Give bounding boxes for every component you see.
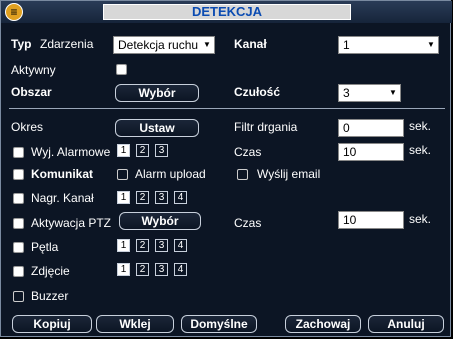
nagr-kanal-label: Nagr. Kanał [31,191,94,205]
zdjecie-checkbox[interactable] [13,266,24,277]
send-email-label: Wyślij email [257,167,321,181]
divider [9,108,445,109]
snapshot-channel-4[interactable]: 4 [174,263,187,276]
tour-channel-4[interactable]: 4 [174,239,187,252]
title-box: DETEKCJA [103,4,351,20]
snapshot-channel-2[interactable]: 2 [136,263,149,276]
aktywny-checkbox[interactable] [116,64,127,75]
alarm-out-1[interactable]: 1 [117,144,130,157]
czas-label: Czas [234,145,262,159]
channel-value: 1 [343,38,350,52]
cancel-button[interactable]: Anuluj [368,315,444,333]
channel-select[interactable]: 1 ▼ [338,36,439,54]
chevron-down-icon: ▼ [387,86,399,100]
save-button[interactable]: Zachowaj [285,315,361,333]
sek-label: sek. [409,212,432,226]
period-set-button[interactable]: Ustaw [115,119,199,137]
ptz-label: Aktywacja PTZ [31,216,112,230]
okres-label: Okres [11,120,44,134]
detection-window: ≡ DETEKCJA Typ Zdarzenia Detekcja ruchu … [0,0,452,337]
ptz-select-button[interactable]: Wybór [119,212,201,230]
zdjecie-label: Zdjęcie [31,264,70,278]
sek-label: sek. [409,143,432,157]
snapshot-channel-3[interactable]: 3 [155,263,168,276]
filter-input[interactable]: 0 [338,119,404,137]
typ-label: Typ [11,37,32,51]
buzzer-checkbox[interactable] [13,291,24,302]
window-title: DETEKCJA [191,4,263,19]
komunikat-label: Komunikat [31,167,94,181]
event-type-value: Detekcja ruchu [118,38,199,52]
obszar-label: Obszar [11,85,52,99]
kanal-label: Kanał [234,37,267,51]
title-bar: ≡ DETEKCJA [1,1,452,23]
sek-label: sek. [409,119,432,133]
czas-label: Czas [234,216,262,230]
time-input-1[interactable]: 10 [338,143,404,161]
snapshot-channel-1[interactable]: 1 [117,263,130,276]
copy-button[interactable]: Kopiuj [12,315,92,333]
buzzer-label: Buzzer [31,289,69,303]
alarm-out-3[interactable]: 3 [155,144,168,157]
filtr-label: Filtr drgania [234,120,298,134]
wyj-alarmowe-label: Wyj. Alarmowe [31,145,111,159]
alarm-upload-checkbox[interactable] [117,169,128,180]
record-channel-3[interactable]: 3 [155,191,168,204]
sensitivity-value: 3 [343,86,350,100]
sensitivity-select[interactable]: 3 ▼ [338,84,401,102]
record-channel-2[interactable]: 2 [136,191,149,204]
app-logo-icon: ≡ [5,3,23,21]
ptz-checkbox[interactable] [13,218,24,229]
area-select-button[interactable]: Wybór [115,84,199,102]
wyj-alarmowe-checkbox[interactable] [13,147,24,158]
defaults-button[interactable]: Domyślne [181,315,257,333]
record-channel-4[interactable]: 4 [174,191,187,204]
czulosc-label: Czułość [234,85,281,99]
komunikat-checkbox[interactable] [13,169,24,180]
petla-label: Pętla [31,240,59,254]
tour-channel-3[interactable]: 3 [155,239,168,252]
send-email-checkbox[interactable] [237,169,248,180]
event-type-select[interactable]: Detekcja ruchu ▼ [113,36,215,54]
paste-button[interactable]: Wklej [96,315,174,333]
nagr-kanal-checkbox[interactable] [13,193,24,204]
alarm-upload-label: Alarm upload [135,167,206,181]
tour-channel-1[interactable]: 1 [117,239,130,252]
chevron-down-icon: ▼ [425,38,437,52]
alarm-out-2[interactable]: 2 [136,144,149,157]
tour-channel-2[interactable]: 2 [136,239,149,252]
record-channel-1[interactable]: 1 [117,191,130,204]
petla-checkbox[interactable] [13,242,24,253]
chevron-down-icon: ▼ [201,38,213,52]
time-input-2[interactable]: 10 [338,211,404,229]
zdarzenia-label: Zdarzenia [40,37,94,51]
aktywny-label: Aktywny [11,63,56,77]
